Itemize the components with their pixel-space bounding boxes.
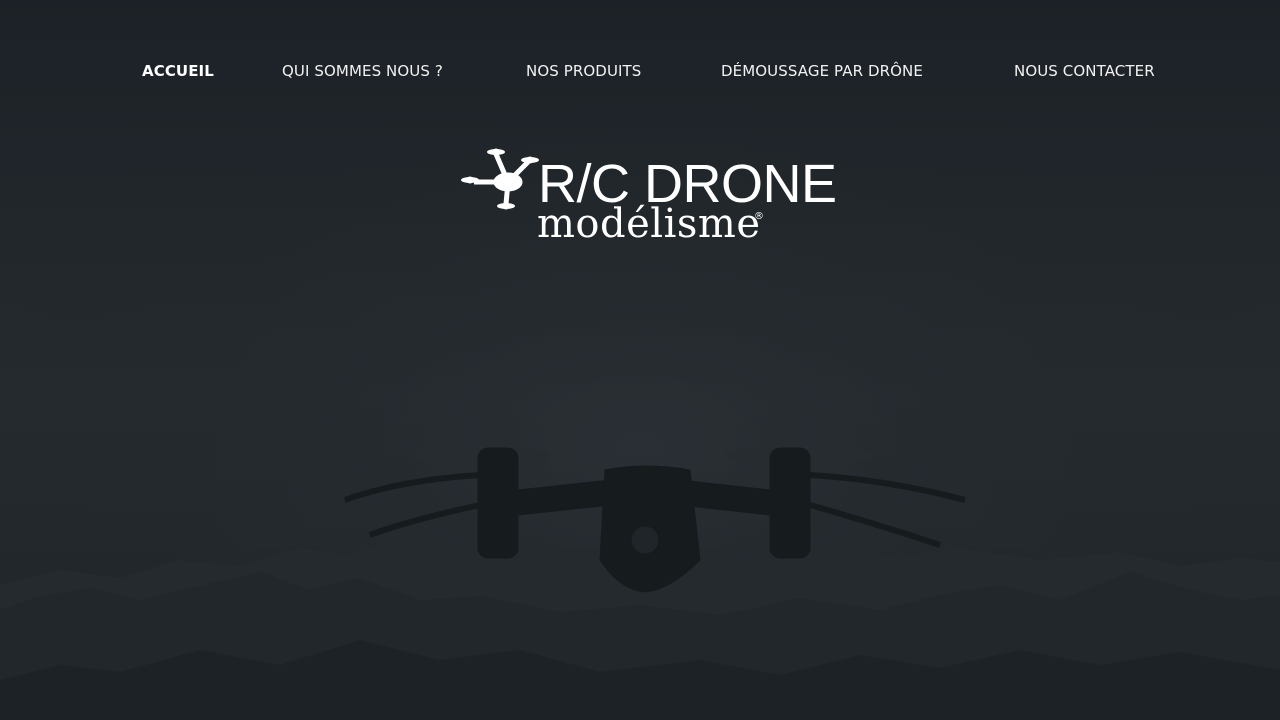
nav-nous-contacter[interactable]: NOUS CONTACTER [1014, 58, 1155, 84]
main-navigation: ACCUEIL QUI SOMMES NOUS ? NOS PRODUITS D… [0, 58, 1280, 84]
site-logo[interactable]: R/C DRONE modélisme ® [460, 140, 860, 250]
nav-demoussage-par-drone[interactable]: DÉMOUSSAGE PAR DRÔNE [721, 58, 923, 84]
nav-accueil[interactable]: ACCUEIL [142, 58, 214, 84]
registered-mark: ® [754, 211, 764, 222]
hero-section: ACCUEIL QUI SOMMES NOUS ? NOS PRODUITS D… [0, 0, 1280, 720]
nav-nos-produits[interactable]: NOS PRODUITS [526, 58, 641, 84]
logo-subtitle: modélisme [537, 201, 761, 247]
hero-background-photo [0, 0, 1280, 720]
nav-qui-sommes-nous[interactable]: QUI SOMMES NOUS ? [282, 58, 443, 84]
